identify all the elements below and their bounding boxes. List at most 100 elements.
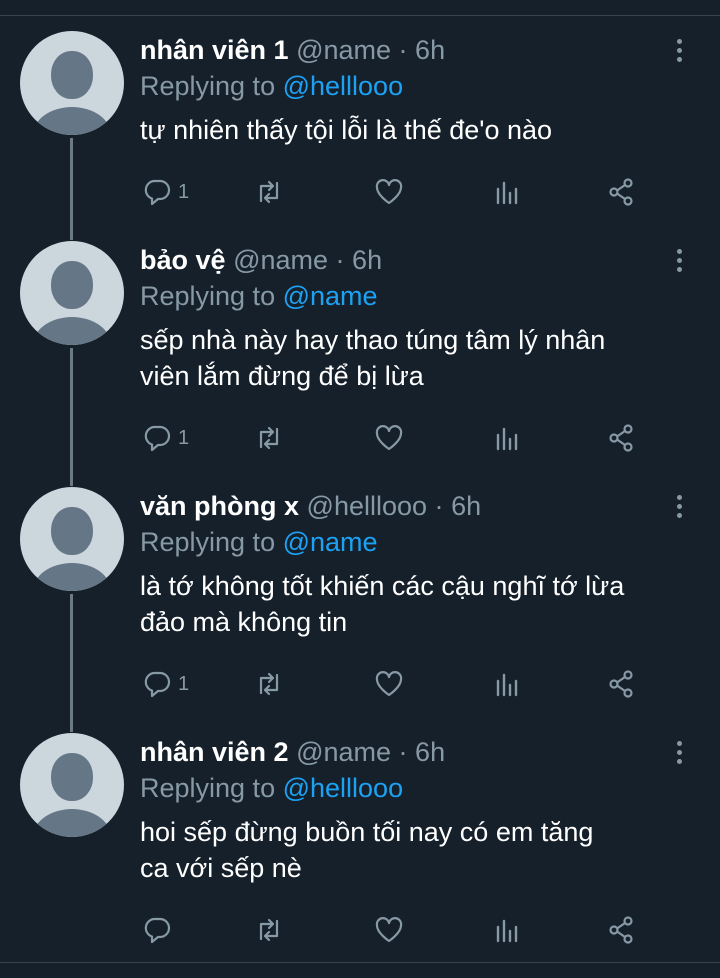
reply-icon [144,425,171,452]
tweet-header: nhân viên 2 @name · 6h [140,734,445,770]
tweet[interactable]: nhân viên 1 @name · 6h Replying to @hell… [0,14,720,224]
tweet-actions: 1 [140,666,660,702]
like-icon [375,917,403,943]
replying-to-label: Replying to [140,281,276,311]
avatar[interactable] [20,241,124,345]
mention-link[interactable]: @helllooo [283,773,404,803]
like-icon [375,425,403,451]
reply-count: 1 [178,180,190,203]
separator-dot: · [398,737,408,767]
analytics-icon [496,919,518,943]
reply-count: 1 [178,672,190,695]
replying-to: Replying to @helllooo [140,68,403,104]
tweet-text-line: tự nhiên thấy tội lỗi là thế đe'o nào [140,115,553,145]
replying-to-label: Replying to [140,773,276,803]
mention-link[interactable]: @name [283,281,378,311]
reply-button[interactable]: 1 [142,666,189,702]
analytics-button[interactable] [492,420,522,456]
retweet-icon [259,180,279,204]
timestamp[interactable]: 6h [415,35,445,65]
analytics-icon [496,427,518,451]
like-button[interactable] [374,666,404,702]
tweet-text: hoi sếp đừng buồn tối nay có em tăng ca … [140,814,700,886]
retweet-icon [259,918,279,942]
tweet-text-line: ca với sếp nè [140,853,302,883]
tweet-header: văn phòng x @helllooo · 6h [140,488,481,524]
user-handle[interactable]: @name [296,35,391,65]
replying-to: Replying to @name [140,524,378,560]
display-name[interactable]: nhân viên 1 [140,35,289,65]
like-button[interactable] [374,420,404,456]
analytics-button[interactable] [492,912,522,948]
like-button[interactable] [374,174,404,210]
analytics-icon [496,181,518,205]
reply-icon [144,179,171,206]
tweet-actions: 1 [140,174,660,210]
share-icon [609,178,633,206]
like-icon [375,671,403,697]
bottom-divider [0,962,720,963]
display-name[interactable]: bảo vệ [140,245,226,275]
like-button[interactable] [374,912,404,948]
share-icon [609,424,633,452]
analytics-button[interactable] [492,174,522,210]
reply-icon [144,671,171,698]
avatar[interactable] [20,733,124,837]
tweet-text-line: sếp nhà này hay thao túng tâm lý nhân [140,325,606,355]
retweet-button[interactable] [254,912,284,948]
user-handle[interactable]: @name [296,737,391,767]
reply-icon [144,917,171,944]
timestamp[interactable]: 6h [352,245,382,275]
tweet-text: là tớ không tốt khiến các cậu nghĩ tớ lừ… [140,568,700,640]
display-name[interactable]: văn phòng x [140,491,299,521]
tweet-actions: 1 [140,420,660,456]
analytics-button[interactable] [492,666,522,702]
replying-to-label: Replying to [140,527,276,557]
share-icon [609,670,633,698]
tweet-header: nhân viên 1 @name · 6h [140,32,445,68]
avatar[interactable] [20,487,124,591]
user-handle[interactable]: @name [233,245,328,275]
tweet-text-line: hoi sếp đừng buồn tối nay có em tăng [140,817,594,847]
share-button[interactable] [606,666,636,702]
more-options-icon[interactable] [670,36,688,66]
replying-to: Replying to @helllooo [140,770,403,806]
retweet-button[interactable] [254,420,284,456]
like-icon [375,179,403,205]
reply-button[interactable]: 1 [142,420,189,456]
reply-button[interactable] [142,912,178,948]
more-options-icon[interactable] [670,738,688,768]
display-name[interactable]: nhân viên 2 [140,737,289,767]
tweet-actions [140,912,660,948]
analytics-icon [496,673,518,697]
retweet-icon [259,672,279,696]
retweet-button[interactable] [254,666,284,702]
avatar[interactable] [20,31,124,135]
retweet-icon [259,426,279,450]
tweet-text-line: đảo mà không tin [140,607,348,637]
retweet-button[interactable] [254,174,284,210]
tweet[interactable]: nhân viên 2 @name · 6h Replying to @hell… [0,716,720,962]
timestamp[interactable]: 6h [415,737,445,767]
more-options-icon[interactable] [670,246,688,276]
separator-dot: · [335,245,345,275]
tweet-text: sếp nhà này hay thao túng tâm lý nhân vi… [140,322,700,394]
timestamp[interactable]: 6h [451,491,481,521]
share-button[interactable] [606,174,636,210]
replying-to: Replying to @name [140,278,378,314]
user-handle[interactable]: @helllooo [307,491,428,521]
share-button[interactable] [606,912,636,948]
tweet-header: bảo vệ @name · 6h [140,242,382,278]
tweet[interactable]: văn phòng x @helllooo · 6h Replying to @… [0,470,720,716]
tweet-text-line: là tớ không tốt khiến các cậu nghĩ tớ lừ… [140,571,625,601]
tweet-text: tự nhiên thấy tội lỗi là thế đe'o nào [140,112,700,148]
mention-link[interactable]: @name [283,527,378,557]
share-button[interactable] [606,420,636,456]
reply-button[interactable]: 1 [142,174,189,210]
mention-link[interactable]: @helllooo [283,71,404,101]
reply-count: 1 [178,426,190,449]
tweet[interactable]: bảo vệ @name · 6h Replying to @name sếp … [0,224,720,470]
more-options-icon[interactable] [670,492,688,522]
separator-dot: · [398,35,408,65]
tweet-text-line: viên lắm đừng để bị lừa [140,361,424,391]
